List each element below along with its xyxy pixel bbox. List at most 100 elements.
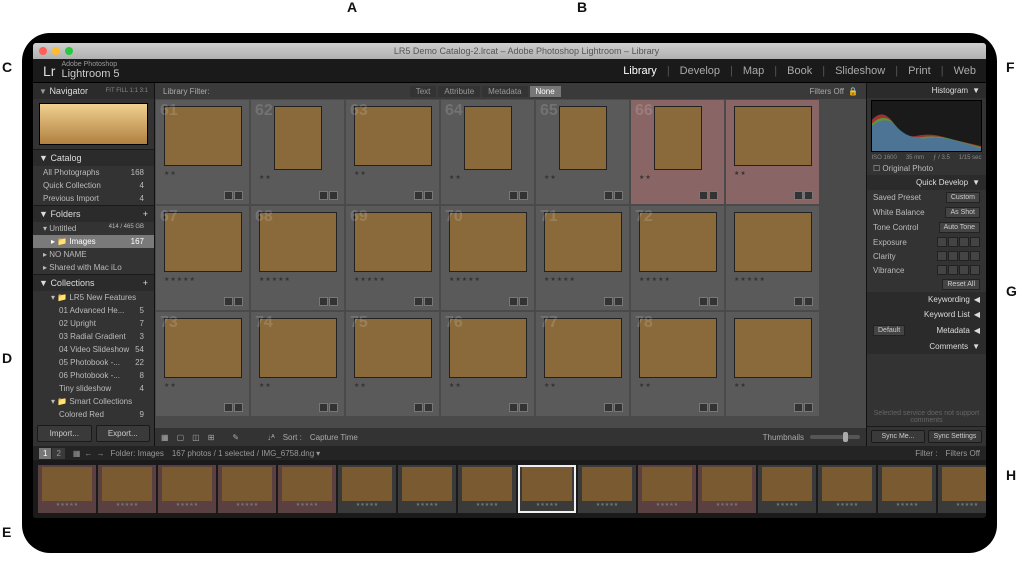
rating-stars[interactable]: ★★ (354, 382, 367, 389)
vibrance-stepper[interactable] (937, 265, 980, 275)
rating-stars[interactable]: ★★ (354, 170, 367, 177)
badge-icon[interactable] (794, 403, 803, 412)
photo-thumbnail[interactable] (734, 106, 812, 166)
filmstrip-thumbnail[interactable] (102, 467, 152, 501)
catalog-item[interactable]: Previous Import4 (33, 192, 154, 205)
chevron-down-icon[interactable]: ▾ (316, 449, 320, 458)
grid-cell[interactable]: 67★★★★★ (156, 206, 249, 310)
badge-icon[interactable] (424, 297, 433, 306)
module-slideshow[interactable]: Slideshow (835, 65, 885, 77)
filter-lock-icon[interactable]: 🔒 (848, 87, 858, 96)
filmstrip[interactable]: ★★★★★★★★★★★★★★★★★★★★★★★★★★★★★★★★★★★★★★★★… (33, 460, 986, 518)
filmstrip-cell[interactable]: ★★★★★ (638, 465, 696, 513)
filmstrip-thumbnail[interactable] (642, 467, 692, 501)
rating-stars[interactable]: ★★★★★ (354, 276, 386, 283)
filter-attribute[interactable]: Attribute (438, 86, 480, 97)
painter-icon[interactable]: ✎ (232, 433, 239, 442)
photo-thumbnail[interactable] (274, 106, 322, 170)
badge-icon[interactable] (414, 403, 423, 412)
grid-cell[interactable]: 69★★★★★ (346, 206, 439, 310)
filmstrip-thumbnail[interactable] (762, 467, 812, 501)
smart-collection-item[interactable]: Colored Red9 (33, 408, 154, 421)
navigator-preview[interactable] (39, 103, 148, 145)
filmstrip-thumbnail[interactable] (162, 467, 212, 501)
reset-all-button[interactable]: Reset All (942, 279, 980, 290)
badge-icon[interactable] (604, 403, 613, 412)
badge-icon[interactable] (224, 297, 233, 306)
photo-thumbnail[interactable] (464, 106, 512, 170)
filmstrip-cell[interactable]: ★★★★★ (518, 465, 576, 513)
filter-none[interactable]: None (530, 86, 561, 97)
rating-stars[interactable]: ★★★★★ (449, 276, 481, 283)
photo-thumbnail[interactable] (559, 106, 607, 170)
badge-icon[interactable] (699, 403, 708, 412)
grid-cell[interactable]: 74★★ (251, 312, 344, 416)
filter-preset[interactable]: Filters Off (810, 87, 845, 96)
filmstrip-cell[interactable]: ★★★★★ (878, 465, 936, 513)
window-minimize-icon[interactable] (52, 47, 60, 55)
badge-icon[interactable] (224, 191, 233, 200)
quick-develop-header[interactable]: Quick Develop ▼ (867, 175, 986, 190)
grid-cell[interactable]: 78★★ (631, 312, 724, 416)
filmstrip-thumbnail[interactable] (942, 467, 986, 501)
badge-icon[interactable] (519, 403, 528, 412)
grid-cell[interactable]: 63★★ (346, 100, 439, 204)
badge-icon[interactable] (424, 403, 433, 412)
photo-thumbnail[interactable] (734, 212, 812, 272)
collection-item[interactable]: 02 Upright7 (33, 317, 154, 330)
badge-icon[interactable] (234, 191, 243, 200)
badge-icon[interactable] (424, 191, 433, 200)
view-grid-icon[interactable]: ▦ (161, 433, 169, 442)
clarity-stepper[interactable] (937, 251, 980, 261)
grid-cell[interactable]: 71★★★★★ (536, 206, 629, 310)
smart-collections[interactable]: ▾ 📁 Smart Collections (33, 395, 154, 408)
catalog-header[interactable]: ▼ Catalog (33, 149, 154, 166)
filmstrip-cell[interactable]: ★★★★★ (338, 465, 396, 513)
thumbnail-size-slider[interactable] (810, 435, 860, 439)
badge-icon[interactable] (699, 191, 708, 200)
grid-cell[interactable]: 76★★ (441, 312, 534, 416)
module-develop[interactable]: Develop (680, 65, 720, 77)
nav-fwd-icon[interactable]: → (96, 449, 104, 458)
badge-icon[interactable] (519, 191, 528, 200)
badge-icon[interactable] (414, 297, 423, 306)
module-book[interactable]: Book (787, 65, 812, 77)
badge-icon[interactable] (509, 297, 518, 306)
collections-header[interactable]: ▼ Collections+ (33, 274, 154, 291)
filmstrip-cell[interactable]: ★★★★★ (218, 465, 276, 513)
filmstrip-thumbnail[interactable] (282, 467, 332, 501)
rating-stars[interactable]: ★★ (544, 174, 557, 181)
badge-icon[interactable] (614, 403, 623, 412)
filmstrip-cell[interactable]: ★★★★★ (98, 465, 156, 513)
view-survey-icon[interactable]: ⊞ (208, 433, 215, 442)
filmstrip-cell[interactable]: ★★★★★ (38, 465, 96, 513)
grid-cell[interactable]: 72★★★★★ (631, 206, 724, 310)
badge-icon[interactable] (709, 297, 718, 306)
badge-icon[interactable] (604, 297, 613, 306)
badge-icon[interactable] (699, 297, 708, 306)
folders-volume[interactable]: ▾ Untitled414 / 465 GB (33, 222, 154, 235)
keywording-header[interactable]: Keywording ◀ (867, 292, 986, 307)
preset-dropdown[interactable]: Custom (946, 192, 980, 203)
filmstrip-thumbnail[interactable] (342, 467, 392, 501)
badge-icon[interactable] (614, 297, 623, 306)
view-loupe-icon[interactable]: ▢ (177, 433, 185, 442)
badge-icon[interactable] (329, 191, 338, 200)
folders-header[interactable]: ▼ Folders+ (33, 205, 154, 222)
filmstrip-cell[interactable]: ★★★★★ (158, 465, 216, 513)
rating-stars[interactable]: ★★ (164, 170, 177, 177)
module-library[interactable]: Library (623, 65, 657, 77)
folders-images[interactable]: ▸ 📁 Images167 (33, 235, 154, 248)
grid-cell[interactable]: 70★★★★★ (441, 206, 534, 310)
badge-icon[interactable] (224, 403, 233, 412)
collection-item[interactable]: 03 Radial Gradient3 (33, 330, 154, 343)
filmstrip-cell[interactable]: ★★★★★ (278, 465, 336, 513)
rating-stars[interactable]: ★★★★★ (734, 276, 766, 283)
auto-tone-button[interactable]: Auto Tone (939, 222, 980, 233)
badge-icon[interactable] (414, 191, 423, 200)
badge-icon[interactable] (804, 191, 813, 200)
sort-direction-icon[interactable]: ↓ᴬ (267, 433, 275, 442)
sort-value[interactable]: Capture Time (310, 433, 358, 442)
module-web[interactable]: Web (954, 65, 976, 77)
collection-item[interactable]: 06 Photobook -...8 (33, 369, 154, 382)
